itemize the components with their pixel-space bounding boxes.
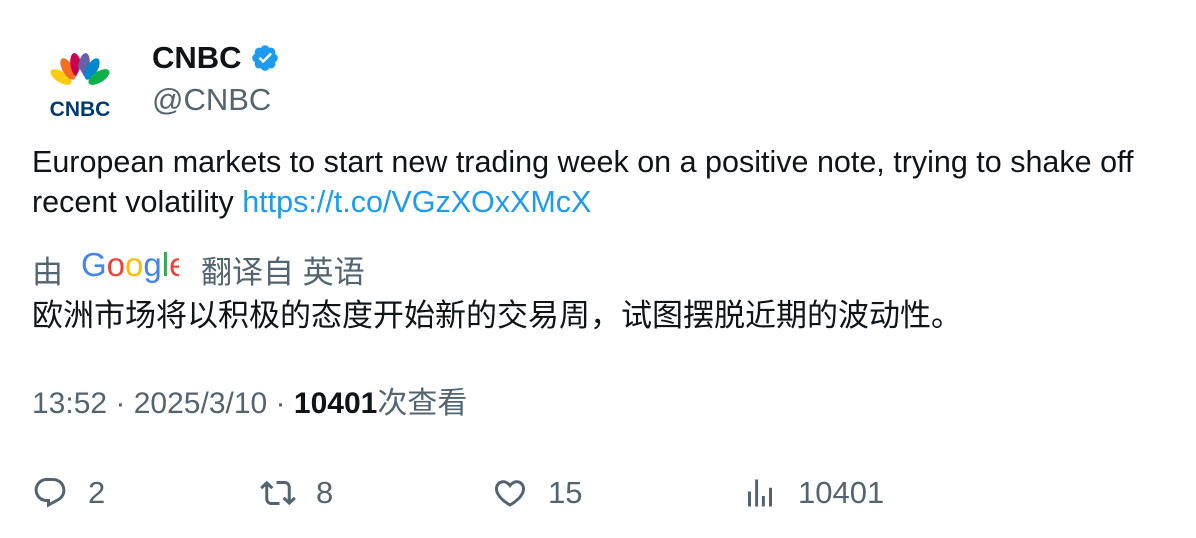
reply-count: 2 [88,475,106,510]
analytics-icon [748,479,772,507]
views-button[interactable]: 10401 [742,468,884,518]
reply-icon [34,478,66,508]
author-name-row: CNBC [152,42,280,73]
tweet-time[interactable]: 13:52 [32,387,107,420]
tweet-link[interactable]: https://t.co/VGzXOxXMcX [242,185,591,219]
verified-badge-icon [250,43,280,73]
views-label: 次查看 [377,387,468,420]
meta-separator: · [267,387,294,420]
author-name[interactable]: CNBC [152,42,242,73]
translation-attribution: 由 Google 翻译自 英语 [32,246,365,291]
retweet-button[interactable]: 8 [260,468,333,518]
avatar[interactable]: CNBC [32,40,128,136]
like-count: 15 [548,475,583,510]
cnbc-logo-icon: CNBC [50,53,111,121]
tweet-meta: 13:52 · 2025/3/10 · 10401次查看 [32,384,467,424]
heart-icon [494,480,526,507]
tweet-text: European markets to start new trading we… [32,142,1172,222]
reply-button[interactable]: 2 [32,468,105,518]
views-action-count: 10401 [798,475,885,510]
google-logo-icon[interactable]: Google [81,246,187,291]
retweet-count: 8 [316,475,334,510]
svg-text:CNBC: CNBC [50,98,111,121]
translated-text: 欧洲市场将以积极的态度开始新的交易周，试图摆脱近期的波动性。 [32,298,962,333]
tweet-date[interactable]: 2025/3/10 [134,387,267,420]
views-count: 10401 [293,387,378,420]
like-button[interactable]: 15 [492,468,582,518]
translation-suffix: 翻译自 英语 [201,254,365,290]
tweet-header: CNBC CNBC @CNBC [32,20,632,130]
translation-prefix: 由 [32,254,63,290]
action-bar: 2 8 15 10401 [32,468,1172,518]
author-handle[interactable]: @CNBC [152,84,271,115]
svg-text:Google: Google [81,247,179,283]
meta-separator: · [107,387,134,420]
retweet-icon [260,480,296,506]
